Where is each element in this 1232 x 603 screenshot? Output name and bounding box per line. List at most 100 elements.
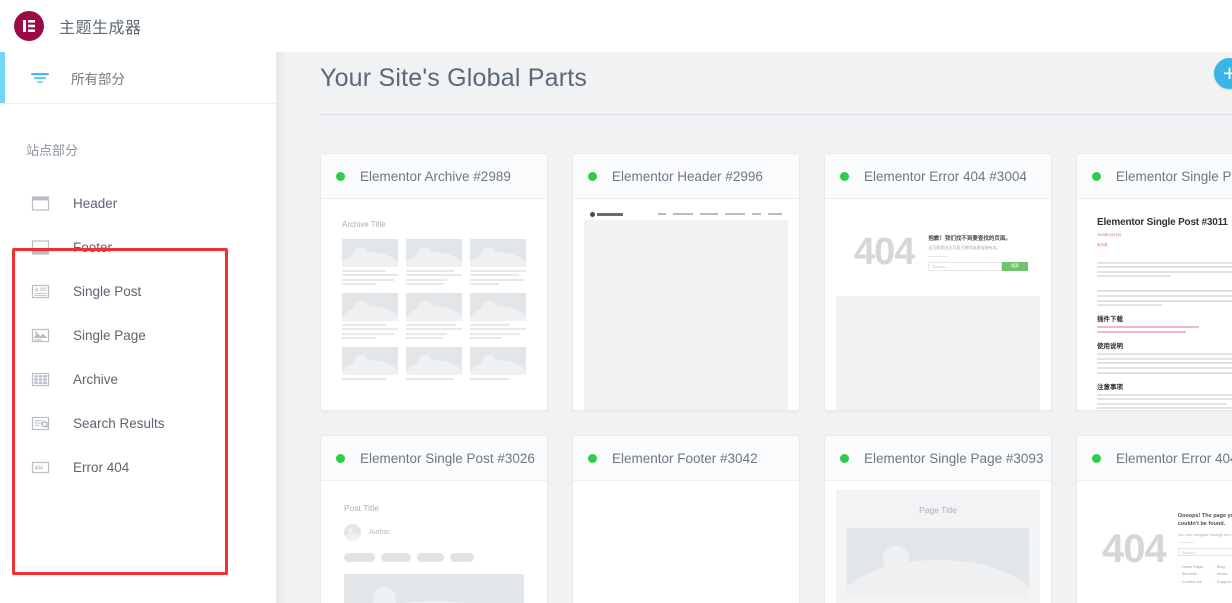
sidebar-section-heading: 站点部分 bbox=[26, 140, 276, 159]
sidebar-item-all-parts-label: 所有部分 bbox=[71, 68, 125, 88]
search-results-icon bbox=[30, 413, 51, 434]
image-placeholder-icon bbox=[342, 293, 398, 321]
image-placeholder-icon bbox=[406, 239, 462, 267]
preview-archive-title: Archive Title bbox=[342, 220, 526, 229]
preview-search-button: 搜索 bbox=[1002, 262, 1028, 271]
error-subtext: You can navigate through our site using … bbox=[1178, 532, 1232, 537]
list-item: Blog bbox=[1213, 564, 1231, 569]
preview-single-post-skeleton: Post Title Author bbox=[332, 490, 536, 603]
image-placeholder-icon bbox=[342, 239, 398, 267]
preview-paragraph bbox=[1097, 290, 1232, 306]
main-content: Your Site's Global Parts + Elementor Arc… bbox=[277, 52, 1232, 603]
preview-link-list: Blog About Support bbox=[1213, 564, 1231, 587]
status-badge bbox=[588, 454, 597, 463]
sidebar-item-footer-label: Footer bbox=[73, 240, 112, 255]
part-card[interactable]: Elementor Archive #2989 Archive Title bbox=[320, 153, 548, 411]
sidebar-item-single-page[interactable]: Single Page bbox=[0, 313, 276, 357]
svg-text:404: 404 bbox=[35, 465, 44, 471]
preview-paragraph bbox=[1097, 262, 1232, 278]
card-title: Elementor Footer #3042 bbox=[612, 451, 758, 466]
preview-section-heading: 插件下载 bbox=[1097, 313, 1232, 323]
status-badge bbox=[336, 172, 345, 181]
image-placeholder-icon bbox=[470, 293, 526, 321]
preview-archive-cell bbox=[406, 293, 462, 339]
sidebar-item-header-label: Header bbox=[73, 196, 117, 211]
card-title: Elementor Header #2996 bbox=[612, 169, 763, 184]
card-header: Elementor Footer #3042 bbox=[573, 436, 799, 481]
preview-post-title: Post Title bbox=[344, 503, 524, 513]
preview-error404-cn: 404 抱歉！我们找不到要查找的页面。 这可能是因为页面已删除或者链接有误。 S… bbox=[836, 208, 1040, 411]
card-body: Post Title Author bbox=[321, 481, 547, 603]
preview-section-heading: 注意事项 bbox=[1097, 381, 1232, 391]
svg-text:A: A bbox=[35, 287, 39, 293]
image-placeholder-icon bbox=[470, 239, 526, 267]
header-layout-icon bbox=[30, 193, 51, 214]
status-badge bbox=[1092, 172, 1101, 181]
preview-page-title: Page Title bbox=[836, 505, 1040, 515]
card-title: Elementor Error 404 # bbox=[1116, 451, 1232, 466]
sidebar-item-error-404[interactable]: 404 Error 404 bbox=[0, 445, 276, 489]
preview-tag-pills bbox=[344, 553, 524, 562]
parts-grid: Elementor Archive #2989 Archive Title bbox=[320, 153, 1232, 603]
footer-layout-icon bbox=[30, 237, 51, 258]
part-card[interactable]: Elementor Header #2996 bbox=[572, 153, 800, 411]
error-code: 404 bbox=[854, 233, 914, 271]
part-card[interactable]: Elementor Error 404 # 404 Oooops! The pa… bbox=[1076, 435, 1232, 603]
card-body: Archive Title bbox=[321, 199, 547, 411]
card-header: Elementor Error 404 #3004 bbox=[825, 154, 1051, 199]
image-placeholder-icon bbox=[847, 528, 1029, 598]
part-card[interactable]: Elementor Single Page #3093 Page Title bbox=[824, 435, 1052, 603]
sidebar-nav-list: Header Footer A Single Post bbox=[0, 181, 276, 489]
sidebar-item-footer[interactable]: Footer bbox=[0, 225, 276, 269]
card-body bbox=[573, 199, 799, 411]
app-header: 主题生成器 bbox=[0, 0, 1232, 52]
page-title: 主题生成器 bbox=[59, 14, 142, 38]
preview-archive-cell bbox=[342, 293, 398, 339]
preview-author-name: Author bbox=[369, 529, 390, 536]
preview-archive: Archive Title bbox=[332, 208, 536, 411]
error-code: 404 bbox=[1102, 529, 1166, 569]
error-404-icon: 404 bbox=[30, 457, 51, 478]
sidebar-item-archive[interactable]: Archive bbox=[0, 357, 276, 401]
card-body: Page Title bbox=[825, 481, 1051, 603]
part-card[interactable]: Elementor Footer #3042 bbox=[572, 435, 800, 603]
title-divider bbox=[320, 114, 1232, 115]
avatar bbox=[344, 524, 361, 541]
status-badge bbox=[840, 454, 849, 463]
error-heading: Oooops! The page you're looking for coul… bbox=[1178, 512, 1232, 529]
list-item: About bbox=[1213, 571, 1231, 576]
card-title: Elementor Single Post #3011 bbox=[1116, 169, 1232, 184]
part-card[interactable]: Elementor Single Post #3011 Elementor Si… bbox=[1076, 153, 1232, 411]
preview-archive-cell bbox=[470, 347, 526, 380]
archive-grid-icon bbox=[30, 369, 51, 390]
filter-funnel-icon bbox=[30, 71, 50, 85]
preview-post-date: 2020年3月18日 bbox=[1097, 232, 1232, 238]
part-card[interactable]: Elementor Single Post #3026 Post Title A… bbox=[320, 435, 548, 603]
preview-section-heading: 使用说明 bbox=[1097, 340, 1232, 350]
list-item: Services bbox=[1178, 571, 1203, 576]
error-heading: 抱歉！我们找不到要查找的页面。 bbox=[928, 234, 1028, 242]
part-card[interactable]: Elementor Error 404 #3004 404 抱歉！我们找不到要查… bbox=[824, 153, 1052, 411]
content-header: Your Site's Global Parts bbox=[277, 52, 1232, 93]
preview-footer-blank bbox=[584, 490, 788, 603]
list-item: Home Page bbox=[1178, 564, 1203, 569]
elementor-logo-icon[interactable] bbox=[14, 11, 44, 41]
card-body: 404 Oooops! The page you're looking for … bbox=[1077, 481, 1232, 603]
card-header: Elementor Single Page #3093 bbox=[825, 436, 1051, 481]
sidebar-item-all-parts[interactable]: 所有部分 bbox=[0, 52, 276, 104]
card-header: Elementor Header #2996 bbox=[573, 154, 799, 199]
card-title: Elementor Single Post #3026 bbox=[360, 451, 535, 466]
sidebar-item-search-results[interactable]: Search Results bbox=[0, 401, 276, 445]
card-header: Elementor Error 404 # bbox=[1077, 436, 1232, 481]
card-title: Elementor Single Page #3093 bbox=[864, 451, 1043, 466]
sidebar-item-header[interactable]: Header bbox=[0, 181, 276, 225]
preview-post-category: 未分类 bbox=[1097, 242, 1232, 248]
content-page-title: Your Site's Global Parts bbox=[320, 64, 1232, 93]
sidebar-item-single-post[interactable]: A Single Post bbox=[0, 269, 276, 313]
card-body: Elementor Single Post #3011 2020年3月18日 未… bbox=[1077, 199, 1232, 411]
single-post-icon: A bbox=[30, 281, 51, 302]
preview-single-post-article: Elementor Single Post #3011 2020年3月18日 未… bbox=[1088, 208, 1232, 411]
card-header: Elementor Single Post #3011 bbox=[1077, 154, 1232, 199]
image-placeholder-icon bbox=[342, 347, 398, 375]
preview-single-page-skeleton: Page Title bbox=[836, 490, 1040, 603]
